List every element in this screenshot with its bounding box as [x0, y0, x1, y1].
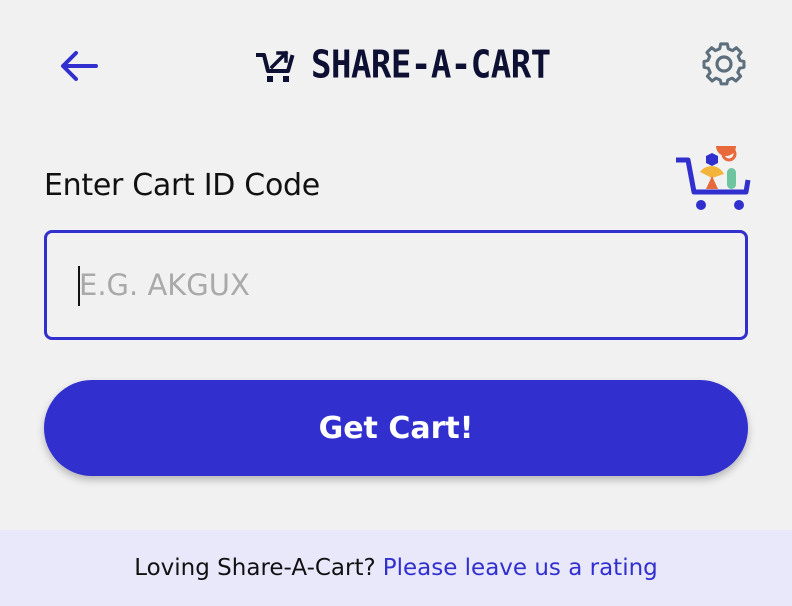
footer-text: Loving Share-A-Cart? — [134, 555, 376, 581]
arrow-left-icon — [61, 51, 98, 81]
settings-button[interactable] — [700, 40, 748, 88]
cart-id-label: Enter Cart ID Code — [44, 168, 320, 203]
header: SHARE-A-CART — [0, 0, 792, 130]
brand: SHARE-A-CART — [255, 40, 551, 90]
shopping-cart-illustration — [676, 146, 751, 210]
gear-icon — [702, 42, 746, 86]
back-button[interactable] — [56, 44, 102, 88]
cart-id-input[interactable] — [47, 233, 745, 337]
cart-id-input-wrapper — [44, 230, 748, 340]
text-cursor — [78, 266, 80, 306]
app-title: SHARE-A-CART — [311, 42, 551, 88]
cart-transfer-icon — [256, 50, 295, 82]
get-cart-button[interactable]: Get Cart! — [44, 380, 748, 476]
rating-footer: Loving Share-A-Cart? Please leave us a r… — [0, 530, 792, 606]
rating-link[interactable]: Please leave us a rating — [383, 555, 658, 581]
share-a-cart-page: SHARE-A-CART Enter Cart ID Code Get Cart… — [0, 0, 792, 606]
